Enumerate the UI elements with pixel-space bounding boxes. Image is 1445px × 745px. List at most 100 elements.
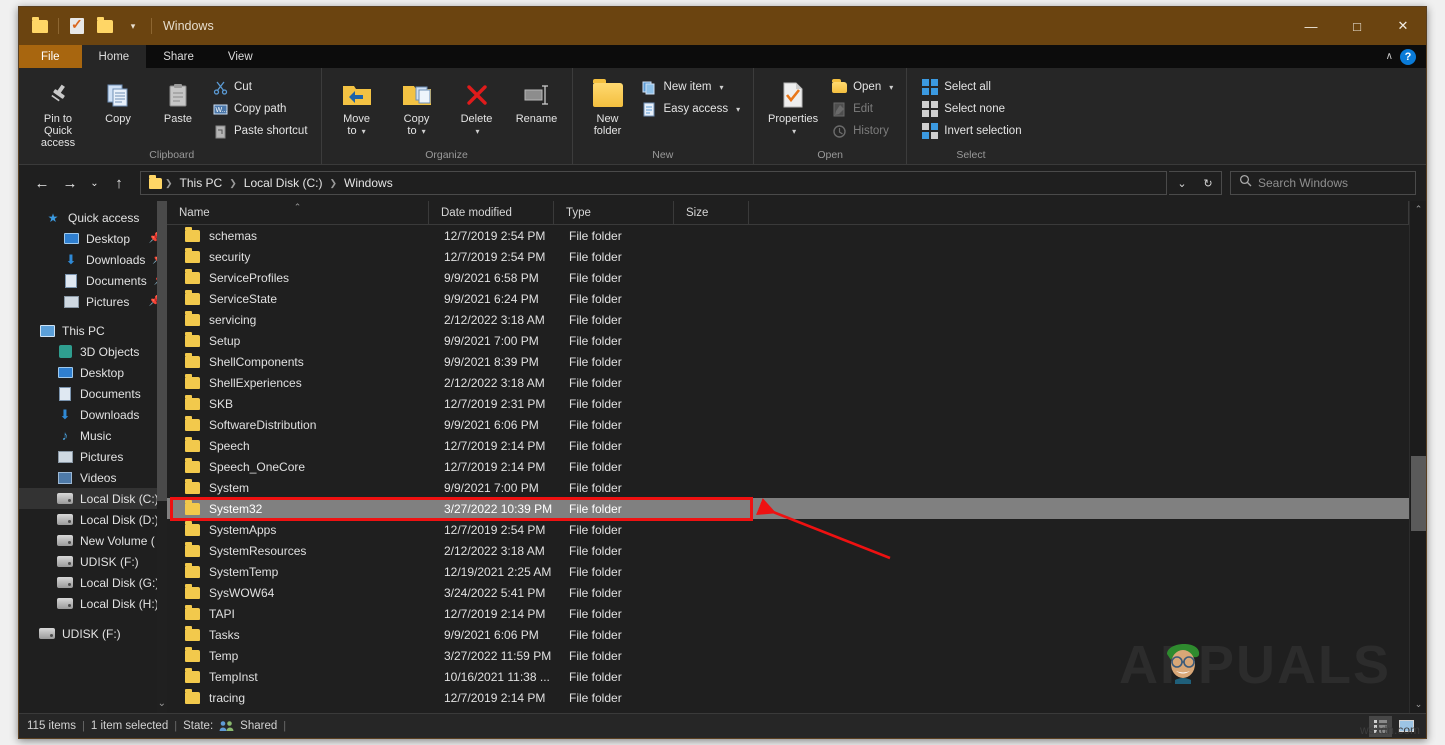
breadcrumb-item-windows[interactable]: Windows — [339, 174, 398, 192]
table-row[interactable]: SystemResources2/12/2022 3:18 AMFile fol… — [167, 540, 1409, 561]
close-button[interactable]: ✕ — [1380, 7, 1426, 45]
table-row[interactable]: SKB12/7/2019 2:31 PMFile folder — [167, 393, 1409, 414]
sidebar-item-downloads-pc[interactable]: ⬇ Downloads — [19, 404, 167, 425]
edit-button[interactable]: Edit — [828, 98, 900, 120]
column-header-type[interactable]: Type — [554, 201, 674, 224]
copy-to-button[interactable]: Copyto ▾ — [388, 72, 446, 138]
select-all-button[interactable]: Select all — [919, 76, 1028, 98]
paste-shortcut-button[interactable]: Paste shortcut — [209, 120, 315, 142]
copy-button[interactable]: Copy — [89, 72, 147, 125]
table-row[interactable]: Speech_OneCore12/7/2019 2:14 PMFile fold… — [167, 456, 1409, 477]
table-row[interactable]: ServiceState9/9/2021 6:24 PMFile folder — [167, 288, 1409, 309]
sidebar-item-videos[interactable]: Videos — [19, 467, 167, 488]
table-row[interactable]: tracing12/7/2019 2:14 PMFile folder — [167, 687, 1409, 708]
table-row[interactable]: TempInst10/16/2021 11:38 ...File folder — [167, 666, 1409, 687]
breadcrumb-item-local-disk-c[interactable]: Local Disk (C:) — [239, 174, 328, 192]
pin-to-quick-access-button[interactable]: Pin to Quickaccess — [29, 72, 87, 149]
sidebar-item-downloads[interactable]: ⬇ Downloads 📌 — [19, 249, 167, 270]
tab-home[interactable]: Home — [82, 45, 147, 68]
sidebar-item-desktop[interactable]: Desktop 📌 — [19, 228, 167, 249]
table-row[interactable]: SystemApps12/7/2019 2:54 PMFile folder — [167, 519, 1409, 540]
column-header-date-modified[interactable]: Date modified — [429, 201, 554, 224]
select-none-button[interactable]: Select none — [919, 98, 1028, 120]
table-row[interactable]: security12/7/2019 2:54 PMFile folder — [167, 246, 1409, 267]
chevron-down-icon[interactable]: ▾ — [736, 105, 740, 114]
scrollbar-thumb[interactable] — [1411, 456, 1426, 531]
table-row[interactable]: ShellComponents9/9/2021 8:39 PMFile fold… — [167, 351, 1409, 372]
sidebar-item-this-pc[interactable]: This PC — [19, 320, 167, 341]
table-row[interactable]: ShellExperiences2/12/2022 3:18 AMFile fo… — [167, 372, 1409, 393]
sidebar-item-udisk-f-root[interactable]: UDISK (F:) — [19, 623, 167, 644]
maximize-button[interactable]: □ — [1334, 7, 1380, 45]
table-row[interactable]: System9/9/2021 7:00 PMFile folder — [167, 477, 1409, 498]
chevron-down-icon[interactable]: ▾ — [719, 83, 723, 92]
forward-button[interactable]: → — [57, 170, 83, 196]
help-icon[interactable]: ? — [1400, 49, 1416, 65]
sidebar-item-local-disk-c[interactable]: Local Disk (C:) — [19, 488, 167, 509]
folder-icon[interactable] — [92, 13, 118, 39]
column-header-size[interactable]: Size — [674, 201, 749, 224]
refresh-icon[interactable]: ↻ — [1195, 172, 1221, 194]
sidebar-item-local-disk-h[interactable]: Local Disk (H:) — [19, 593, 167, 614]
sidebar-item-3d-objects[interactable]: 3D Objects — [19, 341, 167, 362]
table-row[interactable]: System323/27/2022 10:39 PMFile folder — [167, 498, 1409, 519]
tab-view[interactable]: View — [211, 45, 270, 68]
table-row[interactable]: TAPI12/7/2019 2:14 PMFile folder — [167, 603, 1409, 624]
easy-access-button[interactable]: Easy access ▾ — [639, 98, 748, 120]
folder-icon[interactable] — [27, 13, 53, 39]
sidebar-item-local-disk-d[interactable]: Local Disk (D:) — [19, 509, 167, 530]
tab-share[interactable]: Share — [146, 45, 211, 68]
chevron-down-icon[interactable]: ▾ — [422, 127, 426, 136]
column-header-name[interactable]: ⌃ Name — [167, 201, 429, 224]
address-dropdown-icon[interactable]: ⌄ — [1169, 172, 1195, 194]
table-row[interactable]: Temp3/27/2022 11:59 PMFile folder — [167, 645, 1409, 666]
sidebar-item-local-disk-g[interactable]: Local Disk (G:) — [19, 572, 167, 593]
scroll-down-icon[interactable]: ⌄ — [1410, 696, 1427, 713]
table-row[interactable]: ServiceProfiles9/9/2021 6:58 PMFile fold… — [167, 267, 1409, 288]
rename-button[interactable]: Rename — [508, 72, 566, 125]
table-row[interactable]: SystemTemp12/19/2021 2:25 AMFile folder — [167, 561, 1409, 582]
breadcrumb-item-this-pc[interactable]: This PC — [175, 174, 228, 192]
table-row[interactable]: Tasks9/9/2021 6:06 PMFile folder — [167, 624, 1409, 645]
checklist-icon[interactable] — [64, 13, 90, 39]
delete-button[interactable]: Delete▾ — [448, 72, 506, 138]
collapse-ribbon-icon[interactable]: ∧ — [1386, 51, 1393, 62]
back-button[interactable]: ← — [29, 170, 55, 196]
minimize-button[interactable]: — — [1288, 7, 1334, 45]
chevron-down-icon[interactable]: ▾ — [362, 127, 366, 136]
sidebar-scrollbar[interactable]: ⌄ — [157, 201, 167, 713]
sidebar-item-quick-access[interactable]: ★ Quick access — [19, 207, 167, 228]
sidebar-item-pictures-pc[interactable]: Pictures — [19, 446, 167, 467]
sidebar-item-documents[interactable]: Documents 📌 — [19, 270, 167, 291]
sidebar-item-desktop-pc[interactable]: Desktop — [19, 362, 167, 383]
large-icons-view-button[interactable] — [1395, 716, 1418, 737]
table-row[interactable]: SysWOW643/24/2022 5:41 PMFile folder — [167, 582, 1409, 603]
sidebar-item-udisk-f[interactable]: UDISK (F:) — [19, 551, 167, 572]
file-list-scrollbar[interactable]: ⌃ ⌄ — [1409, 201, 1426, 713]
tab-file[interactable]: File — [19, 45, 82, 68]
open-button[interactable]: Open ▾ — [828, 76, 900, 98]
up-button[interactable]: ↑ — [106, 170, 132, 196]
table-row[interactable]: SoftwareDistribution9/9/2021 6:06 PMFile… — [167, 414, 1409, 435]
copy-path-button[interactable]: W... Copy path — [209, 98, 315, 120]
new-folder-button[interactable]: Newfolder — [579, 72, 637, 137]
history-button[interactable]: History — [828, 120, 900, 142]
details-view-button[interactable] — [1369, 716, 1392, 737]
chevron-down-icon[interactable]: ▾ — [476, 127, 480, 136]
invert-selection-button[interactable]: Invert selection — [919, 120, 1028, 142]
sidebar-item-music[interactable]: ♪ Music — [19, 425, 167, 446]
table-row[interactable]: schemas12/7/2019 2:54 PMFile folder — [167, 225, 1409, 246]
sidebar-scrollbar-thumb[interactable] — [157, 201, 167, 501]
paste-button[interactable]: Paste — [149, 72, 207, 125]
table-row[interactable]: Speech12/7/2019 2:14 PMFile folder — [167, 435, 1409, 456]
search-input[interactable]: Search Windows — [1230, 171, 1416, 195]
sidebar-item-new-volume[interactable]: New Volume ( — [19, 530, 167, 551]
table-row[interactable]: servicing2/12/2022 3:18 AMFile folder — [167, 309, 1409, 330]
new-item-button[interactable]: New item ▾ — [639, 76, 748, 98]
table-row[interactable]: Setup9/9/2021 7:00 PMFile folder — [167, 330, 1409, 351]
chevron-down-icon[interactable]: ▾ — [792, 127, 796, 136]
chevron-down-icon[interactable]: ⌄ — [158, 698, 166, 709]
move-to-button[interactable]: Moveto ▾ — [328, 72, 386, 138]
properties-button[interactable]: Properties▾ — [760, 72, 826, 138]
scroll-up-icon[interactable]: ⌃ — [1410, 201, 1427, 218]
